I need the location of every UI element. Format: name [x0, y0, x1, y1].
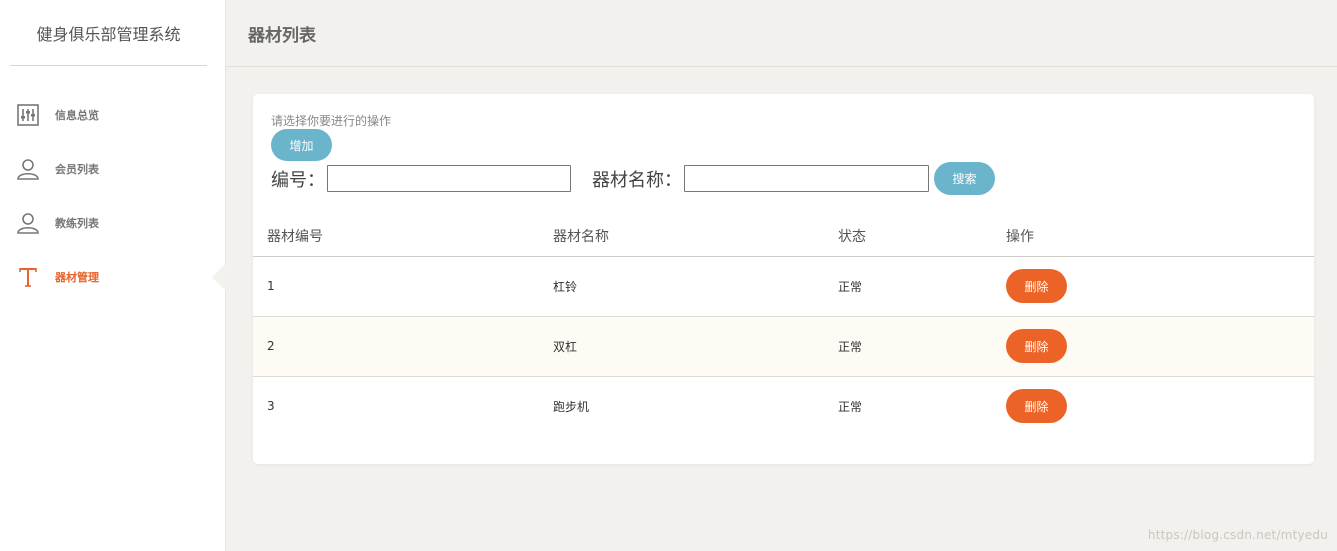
- cell-id: 1: [253, 256, 553, 317]
- sidebar-item-coaches[interactable]: 教练列表: [0, 196, 225, 250]
- text-t-icon: [16, 265, 40, 289]
- column-header-status: 状态: [838, 216, 1006, 257]
- column-header-id: 器材编号: [253, 216, 553, 257]
- user-icon: [16, 211, 40, 235]
- id-label: 编号：: [271, 169, 325, 191]
- sliders-icon: [16, 103, 40, 127]
- cell-action: 删除: [1006, 316, 1314, 377]
- top-bar: 器材列表: [226, 0, 1337, 67]
- delete-button[interactable]: 删除: [1006, 389, 1067, 424]
- page-title: 器材列表: [248, 25, 316, 46]
- sidebar-nav: 信息总览 会员列表 教练列表 器材管理: [0, 88, 226, 304]
- sidebar-item-label: 教练列表: [55, 217, 99, 230]
- sidebar-item-label: 会员列表: [55, 163, 99, 176]
- app-title: 健身俱乐部管理系统: [10, 0, 207, 66]
- sidebar-item-label: 器材管理: [55, 271, 99, 284]
- watermark: https://blog.csdn.net/mtyedu: [1147, 528, 1328, 542]
- operation-hint: 请选择你要进行的操作: [271, 114, 392, 128]
- sidebar-item-equipment[interactable]: 器材管理: [0, 250, 226, 304]
- cell-id: 3: [267, 399, 275, 414]
- search-form: 编号： 器材名称： 搜索: [271, 162, 995, 195]
- search-button[interactable]: 搜索: [934, 162, 995, 195]
- sidebar-item-members[interactable]: 会员列表: [0, 142, 225, 196]
- table-row: 2 双杠 正常 删除: [253, 316, 1314, 377]
- cell-action: 删除: [1006, 376, 1314, 436]
- column-header-name: 器材名称: [553, 216, 838, 257]
- delete-button[interactable]: 删除: [1006, 329, 1067, 363]
- sidebar-item-label: 信息总览: [55, 109, 99, 122]
- sidebar: 健身俱乐部管理系统 信息总览 会员列表 教练列表 器材管理: [0, 0, 226, 551]
- cell-action: 删除: [1006, 256, 1314, 317]
- equipment-table: 器材编号 器材名称 状态 操作 1 杠铃 正常 删除 2 双杠 正常 删除 3 …: [253, 216, 1314, 436]
- equipment-panel: 请选择你要进行的操作 增加 编号： 器材名称： 搜索 器材编号 器材名称 状态 …: [253, 94, 1314, 464]
- add-button[interactable]: 增加: [271, 129, 332, 161]
- name-label: 器材名称：: [592, 169, 682, 191]
- table-row: 3 跑步机 正常 删除: [253, 376, 1314, 436]
- id-search-input[interactable]: [327, 165, 571, 192]
- table-row: 1 杠铃 正常 删除: [253, 256, 1314, 317]
- cell-name: 双杠: [553, 316, 838, 377]
- name-search-input[interactable]: [684, 165, 929, 192]
- table-header-row: 器材编号 器材名称 状态 操作: [253, 216, 1314, 257]
- sidebar-item-overview[interactable]: 信息总览: [0, 88, 225, 142]
- cell-status: 正常: [838, 316, 1006, 377]
- cell-id: 2: [253, 316, 553, 377]
- user-icon: [16, 157, 40, 181]
- delete-button[interactable]: 删除: [1006, 269, 1067, 303]
- cell-status: 正常: [838, 256, 1006, 317]
- column-header-action: 操作: [1006, 216, 1314, 257]
- cell-status: 正常: [838, 399, 863, 414]
- cell-name: 杠铃: [553, 256, 838, 317]
- cell-name: 跑步机: [553, 399, 590, 414]
